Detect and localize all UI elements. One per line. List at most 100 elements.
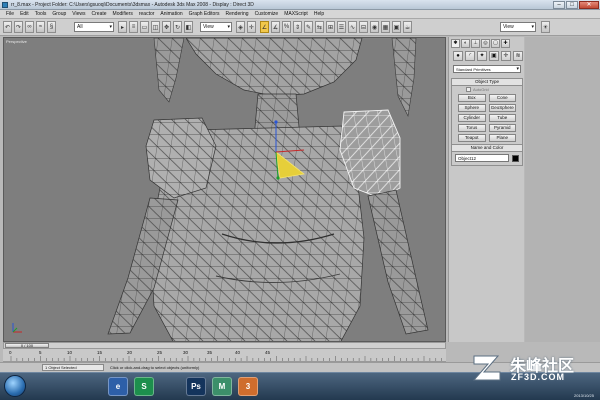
display-tab-icon[interactable]: ▢ xyxy=(491,39,500,48)
redo-icon[interactable]: ↷ xyxy=(14,21,23,33)
tick-label: 45 xyxy=(265,350,271,355)
schematic-view-icon[interactable]: ⊟ xyxy=(359,21,368,33)
hierarchy-tab-icon[interactable]: ⊥ xyxy=(471,39,480,48)
menu-create[interactable]: Create xyxy=(89,11,110,17)
perspective-viewport[interactable]: Perspective xyxy=(3,37,446,342)
unlink-icon[interactable]: ≈ xyxy=(36,21,45,33)
cylinder-button[interactable]: Cylinder xyxy=(458,114,486,123)
title-bar: rr_8.max - Project Folder: C:\Users\gsuo… xyxy=(0,0,600,10)
torus-button[interactable]: Torus xyxy=(458,124,486,133)
geometry-icon[interactable]: ● xyxy=(453,51,463,61)
primitive-category-dropdown[interactable]: Standard Primitives xyxy=(453,65,521,73)
spinner-snap-icon[interactable]: ⇕ xyxy=(293,21,302,33)
3dsmax-app-icon[interactable] xyxy=(2,2,8,8)
window-crossing-icon[interactable]: ◫ xyxy=(151,21,160,33)
maximize-button[interactable]: □ xyxy=(566,1,578,9)
prompt-line: Click or click-and-drag to select object… xyxy=(110,365,200,370)
bind-space-warp-icon[interactable]: § xyxy=(47,21,56,33)
select-rotate-icon[interactable]: ↻ xyxy=(173,21,182,33)
selection-filter-dropdown[interactable]: All xyxy=(74,22,114,32)
menu-modifiers[interactable]: Modifiers xyxy=(110,11,136,17)
maya-taskbar-icon[interactable]: M xyxy=(212,377,232,396)
time-slider-thumb[interactable]: 0 / 100 xyxy=(5,343,49,348)
menu-views[interactable]: Views xyxy=(69,11,88,17)
toolbar-group-pivot: ◈ ✛ xyxy=(236,21,256,33)
named-selection-dropdown[interactable]: View xyxy=(500,22,536,32)
create-tab-icon[interactable]: ✱ xyxy=(451,39,460,48)
undo-icon[interactable]: ↶ xyxy=(3,21,12,33)
link-icon[interactable]: ∞ xyxy=(25,21,34,33)
helpers-icon[interactable]: ✛ xyxy=(501,51,511,61)
sphere-button[interactable]: Sphere xyxy=(458,104,486,113)
select-object-icon[interactable]: ▸ xyxy=(118,21,127,33)
snaps-toggle-icon[interactable]: ∠ xyxy=(260,21,269,33)
utilities-tab-icon[interactable]: ✚ xyxy=(501,39,510,48)
cameras-icon[interactable]: ▣ xyxy=(489,51,499,61)
plane-button[interactable]: Plane xyxy=(488,134,516,143)
reference-coordinate-dropdown[interactable]: View xyxy=(200,22,232,32)
shapes-icon[interactable]: ◜ xyxy=(465,51,475,61)
tick-label: 35 xyxy=(207,350,213,355)
edit-named-selection-icon[interactable]: ✎ xyxy=(304,21,313,33)
name-and-color-rollout-header[interactable]: Name and Color xyxy=(452,145,522,152)
close-button[interactable]: ✕ xyxy=(579,1,599,9)
3dsmax-taskbar-icon[interactable]: 3 xyxy=(238,377,258,396)
menu-file[interactable]: File xyxy=(3,11,17,17)
select-manipulate-icon[interactable]: ✛ xyxy=(247,21,256,33)
tick-label: 15 xyxy=(97,350,103,355)
lights-icon[interactable]: ✦ xyxy=(477,51,487,61)
watermark: 朱峰社区 ZF3D.COM xyxy=(470,350,596,390)
minimize-button[interactable]: – xyxy=(553,1,565,9)
menu-maxscript[interactable]: MAXScript xyxy=(281,11,311,17)
select-scale-icon[interactable]: ◧ xyxy=(184,21,193,33)
teapot-button[interactable]: Teapot xyxy=(458,134,486,143)
toolbar-group-snaps: ∠ ∡ % ⇕ ✎ ⇆ ⊞ ☰ ∿ ⊟ ◉ ▦ ▣ ☕ xyxy=(260,21,412,33)
axis-tripod-icon xyxy=(12,323,22,333)
viewport-label[interactable]: Perspective xyxy=(6,39,27,44)
menu-help[interactable]: Help xyxy=(311,11,327,17)
render-production-icon[interactable]: ☀ xyxy=(541,21,550,33)
autogrid-checkbox[interactable]: AutoGrid xyxy=(452,86,522,93)
cone-button[interactable]: Cone xyxy=(488,94,516,103)
menu-group[interactable]: Group xyxy=(49,11,69,17)
start-button[interactable] xyxy=(4,375,26,397)
geosphere-button[interactable]: GeoSphere xyxy=(488,104,516,113)
photoshop-taskbar-icon[interactable]: Ps xyxy=(186,377,206,396)
menu-graph-editors[interactable]: Graph Editors xyxy=(186,11,223,17)
menu-tools[interactable]: Tools xyxy=(32,11,50,17)
menu-reactor[interactable]: reactor xyxy=(136,11,158,17)
sogou-taskbar-icon[interactable]: S xyxy=(134,377,154,396)
tube-button[interactable]: Tube xyxy=(488,114,516,123)
mirror-icon[interactable]: ⇆ xyxy=(315,21,324,33)
material-editor-icon[interactable]: ◉ xyxy=(370,21,379,33)
pivot-center-icon[interactable]: ◈ xyxy=(236,21,245,33)
menu-customize[interactable]: Customize xyxy=(252,11,282,17)
layer-manager-icon[interactable]: ☰ xyxy=(337,21,346,33)
rectangular-region-icon[interactable]: ▭ xyxy=(140,21,149,33)
motion-tab-icon[interactable]: ◎ xyxy=(481,39,490,48)
menu-animation[interactable]: Animation xyxy=(157,11,185,17)
select-by-name-icon[interactable]: ≡ xyxy=(129,21,138,33)
angle-snap-icon[interactable]: ∡ xyxy=(271,21,280,33)
align-icon[interactable]: ⊞ xyxy=(326,21,335,33)
track-bar[interactable]: 0 5 10 15 20 25 30 35 40 45 xyxy=(3,349,446,362)
select-move-icon[interactable]: ✥ xyxy=(162,21,171,33)
ie-taskbar-icon[interactable]: e xyxy=(108,377,128,396)
space-warps-icon[interactable]: ≋ xyxy=(513,51,523,61)
render-setup-icon[interactable]: ▦ xyxy=(381,21,390,33)
object-color-swatch[interactable] xyxy=(512,154,519,162)
menu-edit[interactable]: Edit xyxy=(17,11,32,17)
menu-rendering[interactable]: Rendering xyxy=(223,11,252,17)
quick-render-icon[interactable]: ☕ xyxy=(403,21,412,33)
percent-snap-icon[interactable]: % xyxy=(282,21,291,33)
pyramid-button[interactable]: Pyramid xyxy=(488,124,516,133)
object-name-field[interactable]: Object12 xyxy=(455,154,510,162)
time-slider[interactable]: 0 / 100 xyxy=(3,342,446,349)
tick-label: 20 xyxy=(127,350,133,355)
object-type-rollout-header[interactable]: Object Type xyxy=(452,79,522,86)
box-button[interactable]: Box xyxy=(458,94,486,103)
curve-editor-icon[interactable]: ∿ xyxy=(348,21,357,33)
modify-tab-icon[interactable]: ◐ xyxy=(461,39,470,48)
render-frame-icon[interactable]: ▣ xyxy=(392,21,401,33)
tick-label: 40 xyxy=(235,350,241,355)
